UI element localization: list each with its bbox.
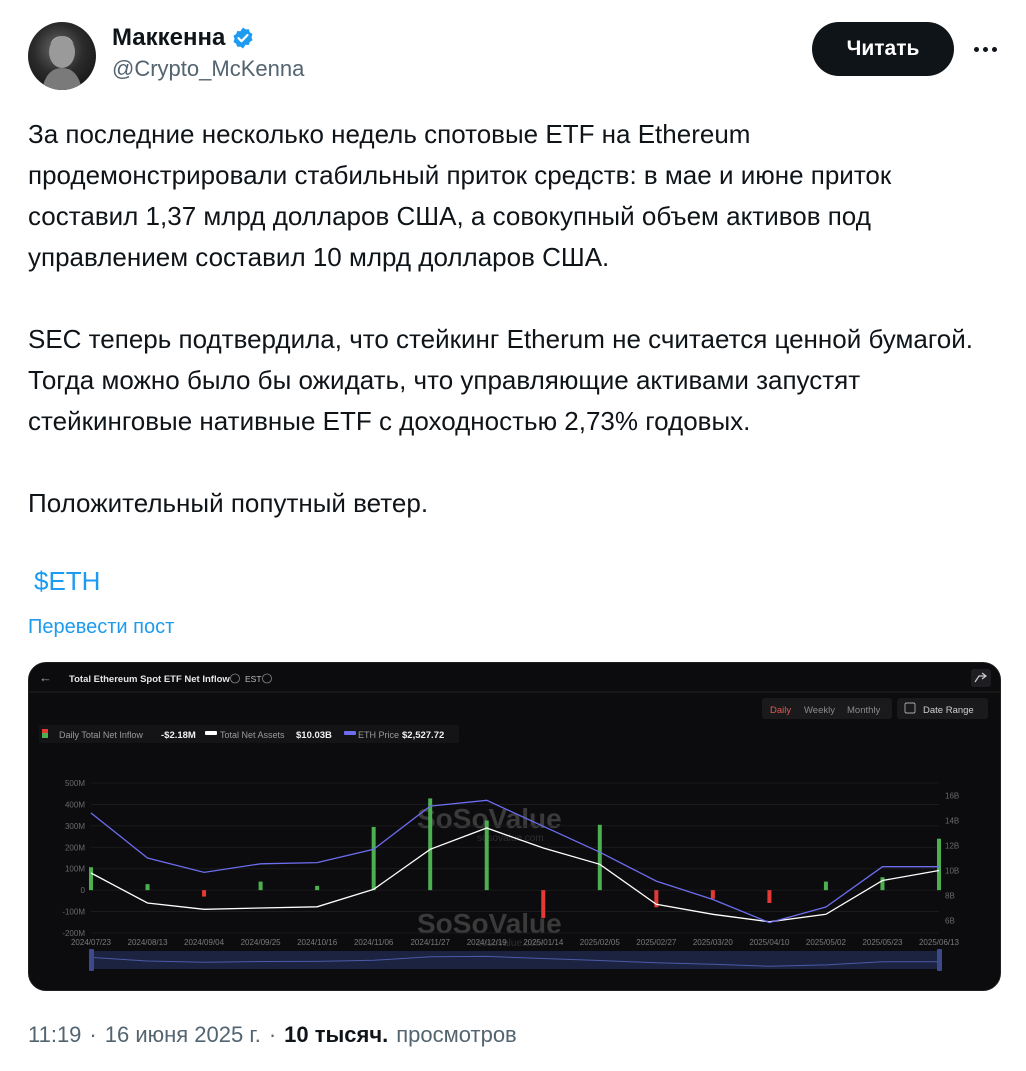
x-tick-label: 2025/02/27 xyxy=(636,938,677,947)
x-tick-label: 2024/09/25 xyxy=(241,938,282,947)
x-tick-label: 2025/05/02 xyxy=(806,938,847,947)
inflow-bar xyxy=(258,881,263,891)
tweet-paragraph-1: За последние несколько недель спотовые E… xyxy=(28,119,892,272)
meta-separator: · xyxy=(89,1022,97,1047)
x-tick-label: 2024/08/13 xyxy=(128,938,169,947)
inflow-bar xyxy=(880,877,885,891)
x-tick-label: 2024/10/16 xyxy=(297,938,338,947)
tweet-text: За последние несколько недель спотовые E… xyxy=(28,114,988,524)
watermark-bottom: SoSoValue xyxy=(417,908,562,939)
x-tick-label: 2025/02/05 xyxy=(580,938,621,947)
legend-assets-swatch xyxy=(205,731,217,735)
author-name-row[interactable]: Маккенна xyxy=(112,24,304,52)
inflow-bar xyxy=(428,798,433,891)
x-tick-label: 2024/09/04 xyxy=(184,938,225,947)
inflow-bar xyxy=(710,890,715,899)
y-left-tick-label: 0 xyxy=(81,886,86,895)
inflow-bar xyxy=(145,884,150,891)
tweet-paragraph-3: Положительный попутный ветер. xyxy=(28,488,429,518)
tweet-paragraph-2: SEC теперь подтвердила, что стейкинг Eth… xyxy=(28,324,973,436)
chart-title: Total Ethereum Spot ETF Net Inflow xyxy=(69,674,230,685)
y-right-tick-label: 6B xyxy=(945,917,955,926)
post-time[interactable]: 11:19 xyxy=(28,1022,81,1048)
legend-inflow-value: -$2.18M xyxy=(161,730,196,741)
navigator-right-handle[interactable] xyxy=(937,949,942,971)
y-left-tick-label: -200M xyxy=(62,929,85,938)
y-right-tick-label: 10B xyxy=(945,867,959,876)
inflow-bar xyxy=(597,824,602,891)
legend-assets-label: Total Net Assets xyxy=(220,730,285,740)
legend-eth-value: $2,527.72 xyxy=(402,730,444,741)
post-date[interactable]: 16 июня 2025 г. xyxy=(105,1022,261,1048)
y-left-tick-label: 500M xyxy=(65,779,85,788)
inflow-bar xyxy=(371,826,376,891)
tab-weekly[interactable]: Weekly xyxy=(804,705,835,716)
inflow-bar xyxy=(541,890,546,918)
inflow-chart: ← Total Ethereum Spot ETF Net Inflow EST… xyxy=(29,663,1000,990)
inflow-bar xyxy=(315,885,320,891)
verified-badge-icon xyxy=(233,27,253,49)
x-tick-label: 2024/11/27 xyxy=(410,938,450,947)
inflow-bar xyxy=(823,881,828,891)
avatar[interactable] xyxy=(28,22,96,90)
inflow-bar xyxy=(484,820,489,891)
inflow-bar xyxy=(767,890,772,903)
timezone-label: EST xyxy=(245,674,262,684)
y-left-tick-label: 400M xyxy=(65,800,85,809)
meta-separator: · xyxy=(268,1022,277,1047)
tweet-meta: 11:19 · 16 июня 2025 г. · 10 тысяч. прос… xyxy=(28,1022,517,1048)
tab-monthly[interactable]: Monthly xyxy=(847,705,881,716)
tab-daily[interactable]: Daily xyxy=(770,705,791,716)
y-right-tick-label: 16B xyxy=(945,792,959,801)
follow-button[interactable]: Читать xyxy=(812,22,954,76)
cashtag-link[interactable]: $ETH xyxy=(34,566,100,597)
inflow-bar xyxy=(937,838,941,891)
back-arrow-icon[interactable]: ← xyxy=(39,670,52,685)
y-left-tick-label: 200M xyxy=(65,843,85,852)
x-tick-label: 2024/12/19 xyxy=(467,938,508,947)
x-tick-label: 2025/01/14 xyxy=(523,938,564,947)
views-label: просмотров xyxy=(396,1022,517,1047)
inflow-bar xyxy=(89,867,93,891)
x-tick-label: 2025/06/13 xyxy=(919,938,960,947)
author-name[interactable]: Маккенна xyxy=(112,24,225,52)
legend-eth-swatch xyxy=(344,731,356,735)
y-right-tick-label: 12B xyxy=(945,842,959,851)
chart-image[interactable]: ← Total Ethereum Spot ETF Net Inflow EST… xyxy=(28,662,1001,991)
y-left-tick-label: 100M xyxy=(65,865,85,874)
x-tick-label: 2025/05/23 xyxy=(862,938,903,947)
x-tick-label: 2024/07/23 xyxy=(71,938,112,947)
author-block: Маккенна @Crypto_McKenna xyxy=(112,24,304,82)
legend-inflow-label: Daily Total Net Inflow xyxy=(59,730,143,740)
legend-assets-value: $10.03B xyxy=(296,730,332,741)
translate-post-link[interactable]: Перевести пост xyxy=(28,616,174,639)
share-icon[interactable] xyxy=(971,669,991,687)
more-options-icon[interactable] xyxy=(970,36,1000,62)
author-handle[interactable]: @Crypto_McKenna xyxy=(112,56,304,82)
views-count: 10 тысяч. xyxy=(284,1022,389,1047)
x-tick-label: 2025/04/10 xyxy=(749,938,790,947)
y-left-tick-label: 300M xyxy=(65,822,85,831)
date-range-label: Date Range xyxy=(923,705,974,716)
inflow-bar xyxy=(202,890,207,897)
y-left-tick-label: -100M xyxy=(62,908,85,917)
legend-eth-label: ETH Price xyxy=(358,730,399,740)
y-right-tick-label: 14B xyxy=(945,817,959,826)
y-right-tick-label: 8B xyxy=(945,892,955,901)
navigator-left-handle[interactable] xyxy=(89,949,94,971)
range-navigator[interactable] xyxy=(91,951,941,969)
x-tick-label: 2024/11/06 xyxy=(354,938,394,947)
x-tick-label: 2025/03/20 xyxy=(693,938,734,947)
